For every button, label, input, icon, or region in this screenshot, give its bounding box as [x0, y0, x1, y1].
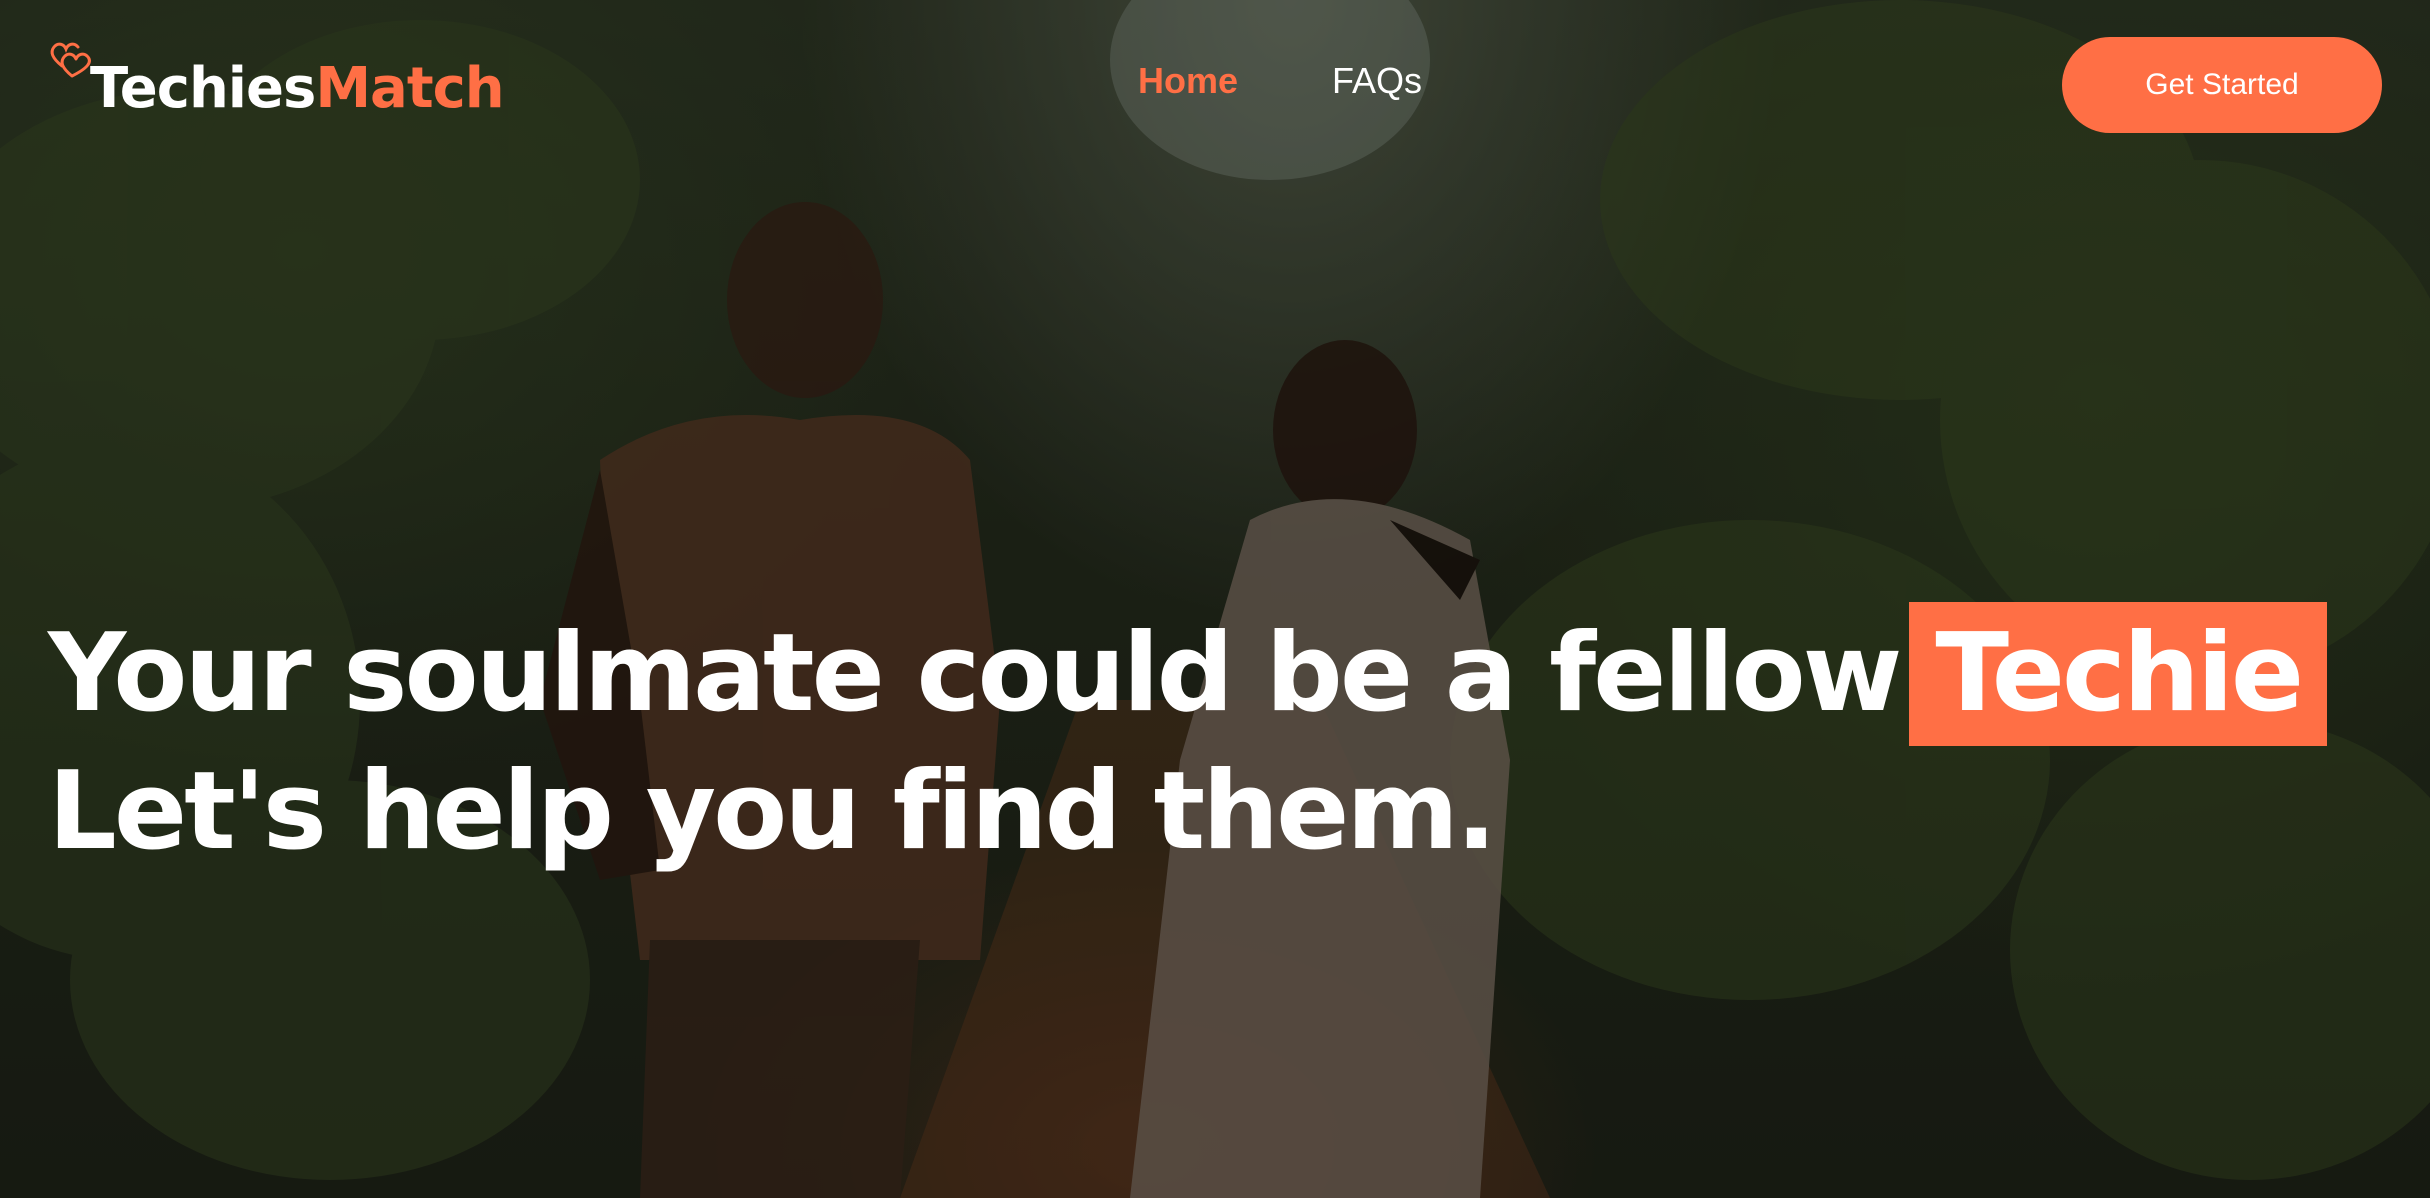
hearts-icon	[50, 42, 91, 78]
hero-section: TechiesMatch Home FAQs Get Started Your …	[0, 0, 2430, 1198]
headline-line-2: Let's help you find them.	[48, 749, 1497, 874]
background-overlay	[0, 0, 2430, 1198]
brand-name: TechiesMatch	[90, 55, 505, 121]
headline-line-1-text: Your soulmate could be a fellow	[48, 611, 1902, 736]
nav-link-home[interactable]: Home	[1138, 60, 1238, 102]
brand-name-part1: Techies	[90, 55, 316, 121]
main-nav: Home FAQs	[1138, 60, 1422, 102]
nav-link-faqs[interactable]: FAQs	[1332, 60, 1422, 102]
hero-headline: Your soulmate could be a fellow Techie Le…	[48, 602, 2328, 878]
get-started-button[interactable]: Get Started	[2062, 37, 2382, 133]
headline-line-1: Your soulmate could be a fellow Techie	[48, 602, 2328, 746]
brand-logo[interactable]: TechiesMatch	[48, 36, 505, 126]
brand-name-part2: Match	[315, 55, 504, 121]
headline-highlight: Techie	[1909, 602, 2328, 746]
